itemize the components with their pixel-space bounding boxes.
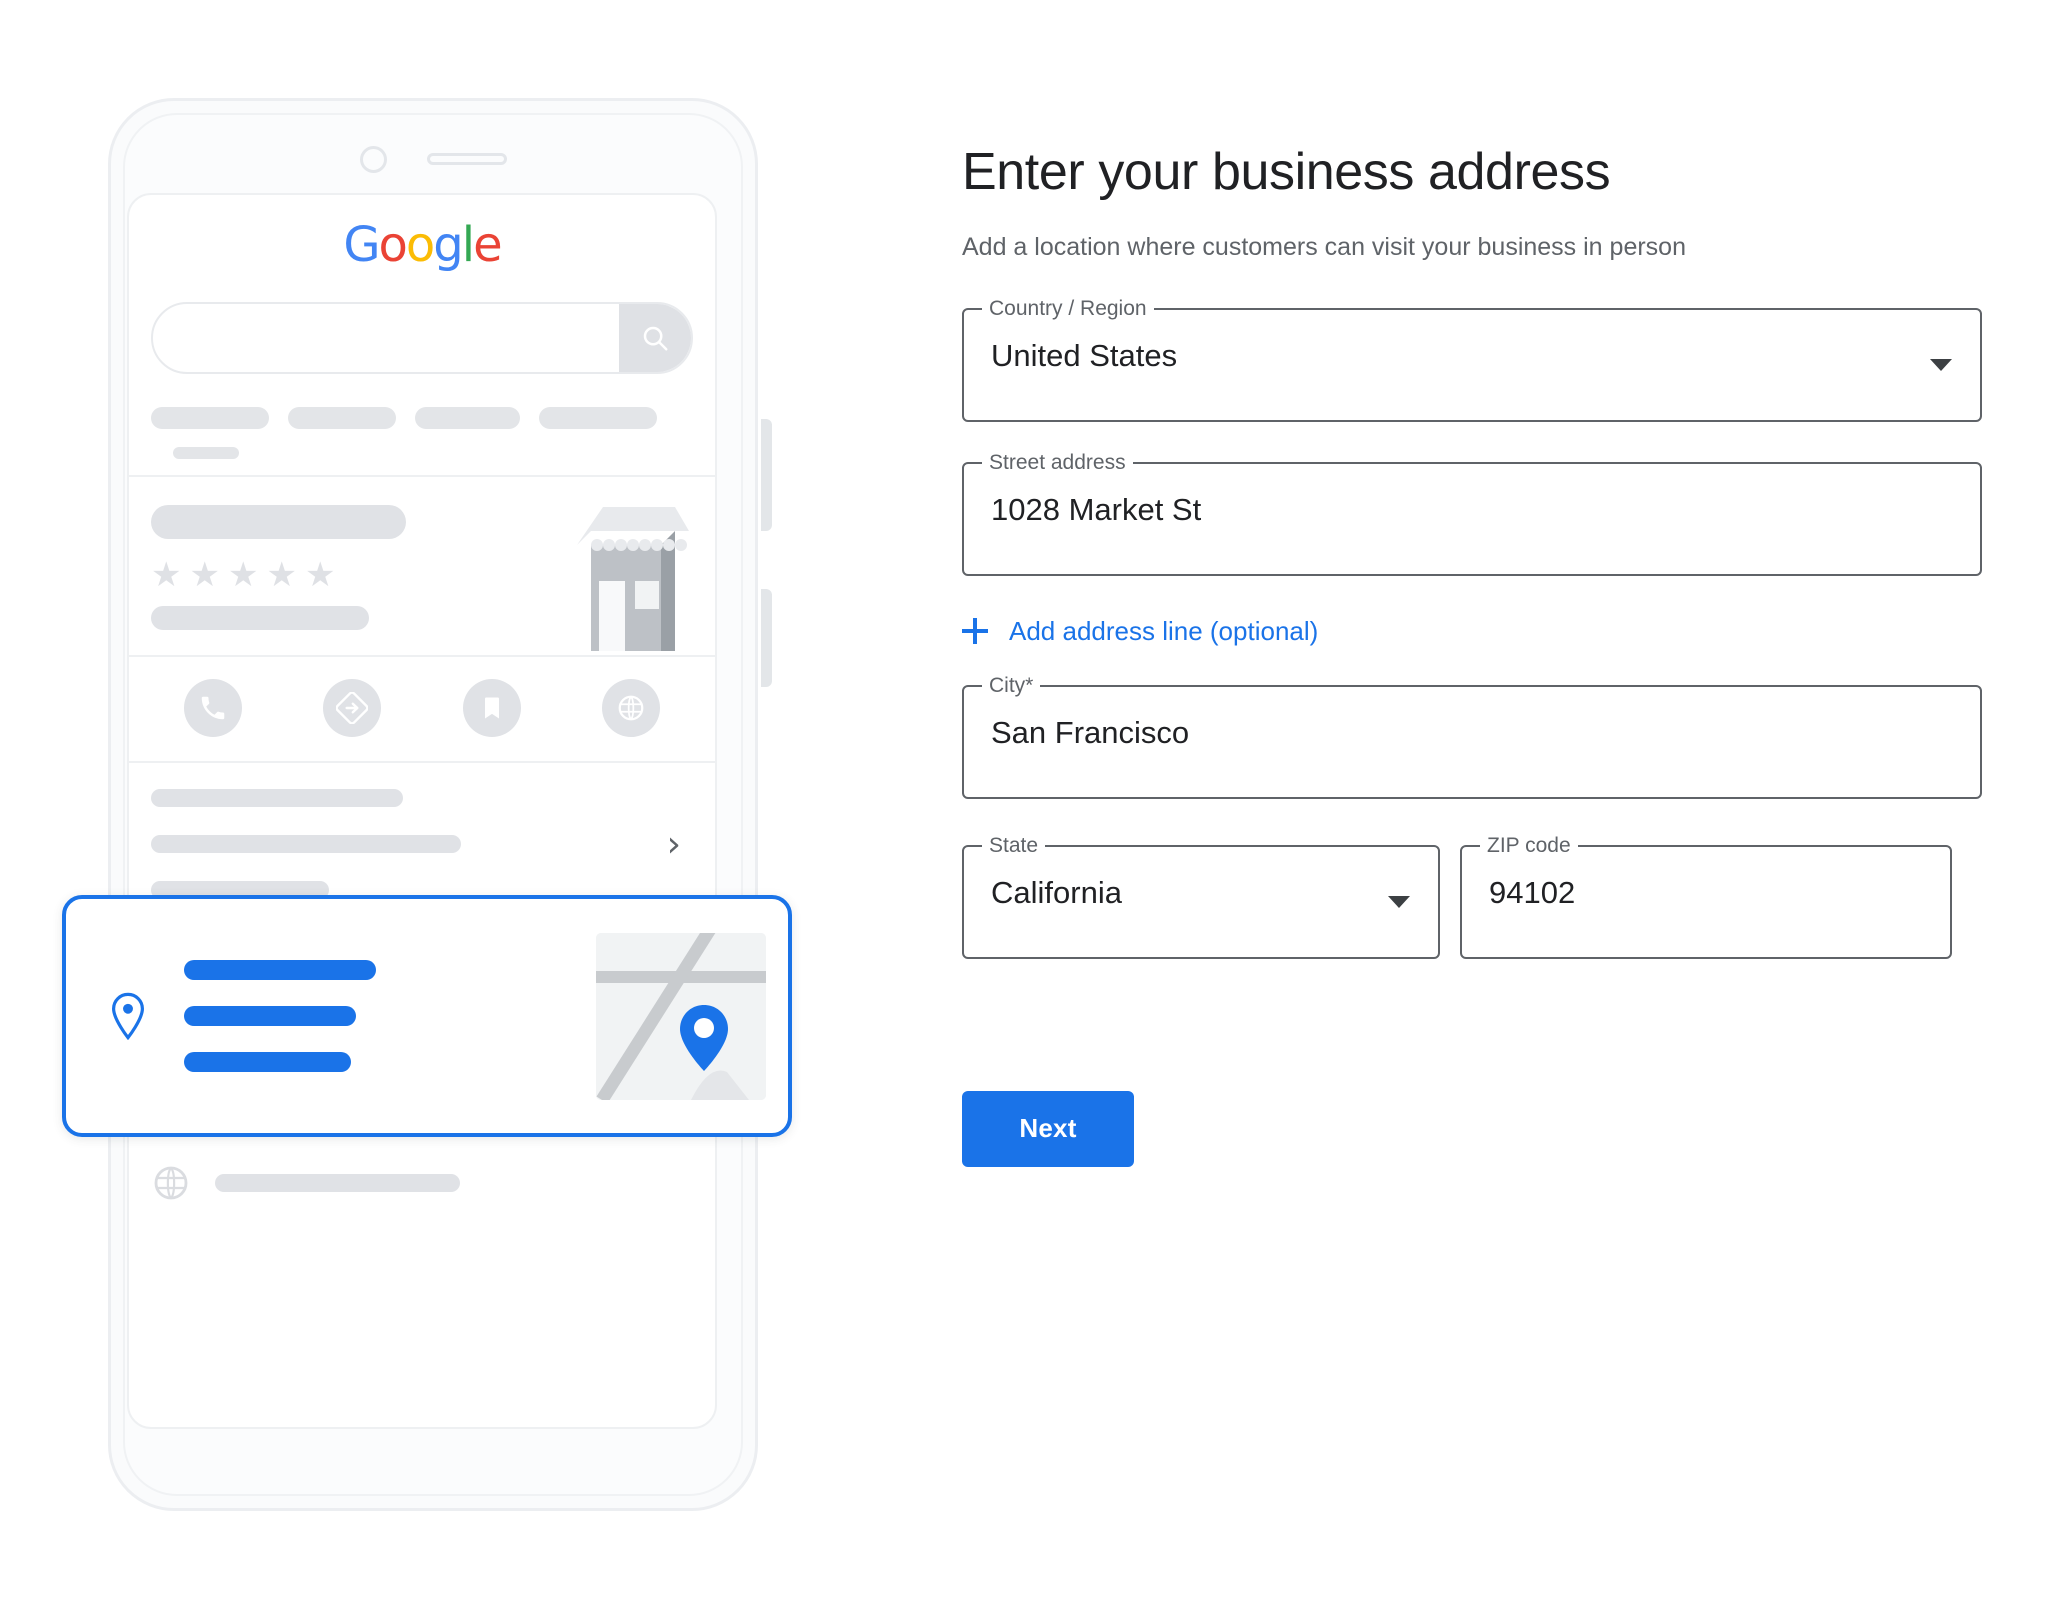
placeholder-text-line <box>215 1174 460 1192</box>
placeholder-text-line <box>184 1052 351 1072</box>
google-logo: Google <box>129 195 715 273</box>
star-icon: ★ <box>227 556 259 594</box>
state-label: State <box>982 833 1046 858</box>
star-icon: ★ <box>266 556 297 594</box>
placeholder-chip <box>288 407 396 429</box>
star-icon: ★ <box>304 556 336 594</box>
bookmark-icon <box>462 679 521 737</box>
street-address-field[interactable]: Street address 1028 Market St <box>962 450 1982 576</box>
zip-code-field[interactable]: ZIP code 94102 <box>1460 833 1952 959</box>
logo-letter: o <box>405 217 435 273</box>
street-address-value: 1028 Market St <box>991 491 1202 527</box>
globe-icon <box>602 679 661 737</box>
chevron-down-icon[interactable] <box>1388 895 1410 908</box>
mock-search-input <box>153 304 619 372</box>
city-value: San Francisco <box>991 714 1190 750</box>
logo-letter: G <box>343 217 380 273</box>
placeholder-tab <box>173 447 239 459</box>
add-address-line-label: Add address line (optional) <box>1009 615 1319 646</box>
phone-frame: Google ★ ★ ★ ★ ★ › <box>108 98 772 1511</box>
plus-icon <box>962 618 988 645</box>
directions-icon <box>323 679 382 737</box>
star-icon: ★ <box>151 556 182 594</box>
website-row <box>129 1133 715 1233</box>
state-value: California <box>991 874 1122 910</box>
phone-side-button-volume <box>761 419 772 531</box>
zip-code-value: 94102 <box>1489 874 1576 910</box>
placeholder-text-line <box>151 789 403 807</box>
phone-side-button-power <box>761 589 772 687</box>
street-address-label: Street address <box>982 450 1133 475</box>
logo-letter: g <box>433 217 464 273</box>
state-zip-row: State California ZIP code 94102 <box>962 833 1982 959</box>
placeholder-business-category <box>151 606 369 630</box>
business-summary-card: ★ ★ ★ ★ ★ <box>129 477 715 655</box>
placeholder-text-line <box>184 1006 356 1026</box>
page-subtitle: Add a location where customers can visit… <box>962 232 1686 261</box>
highlighted-address-card[interactable] <box>62 895 792 1137</box>
speaker-grille <box>426 153 507 165</box>
country-region-value: United States <box>991 337 1178 373</box>
storefront-icon <box>577 507 689 651</box>
add-address-line-button[interactable]: Add address line (optional) <box>962 616 1318 647</box>
placeholder-text-line <box>151 835 461 853</box>
map-thumbnail[interactable] <box>596 932 766 1100</box>
logo-letter: e <box>473 217 502 273</box>
state-select[interactable]: State California <box>962 833 1440 959</box>
phone-illustration: Google ★ ★ ★ ★ ★ › <box>0 0 900 1606</box>
search-icon <box>619 304 691 372</box>
placeholder-text-line <box>184 960 376 980</box>
phone-top-hardware <box>111 139 755 179</box>
address-form: Enter your business address Add a locati… <box>962 0 1982 1167</box>
city-field[interactable]: City* San Francisco <box>962 673 1982 799</box>
city-label: City* <box>982 673 1041 698</box>
page-title: Enter your business address <box>962 143 1611 201</box>
phone-screen: Google ★ ★ ★ ★ ★ › <box>127 193 717 1429</box>
camera-icon <box>359 145 387 173</box>
mock-chip-row <box>151 407 693 429</box>
location-pin-icon <box>111 992 145 1040</box>
zip-code-label: ZIP code <box>1480 833 1578 858</box>
call-icon <box>183 679 242 737</box>
address-placeholder-lines <box>184 960 596 1072</box>
placeholder-business-name <box>151 505 406 539</box>
placeholder-chip <box>539 407 657 429</box>
page-root: Google ★ ★ ★ ★ ★ › Enter your business a… <box>0 0 2048 1606</box>
logo-letter: l <box>461 217 475 273</box>
country-region-label: Country / Region <box>982 296 1154 321</box>
country-region-select[interactable]: Country / Region United States <box>962 296 1982 422</box>
next-button[interactable]: Next <box>962 1090 1134 1167</box>
placeholder-chip <box>415 407 520 429</box>
placeholder-chip <box>151 407 269 429</box>
chevron-down-icon[interactable] <box>1930 358 1952 371</box>
mock-search-bar <box>151 302 693 374</box>
globe-icon <box>154 1166 188 1200</box>
star-icon: ★ <box>189 556 220 594</box>
business-action-row <box>129 657 715 761</box>
logo-letter: o <box>378 217 408 273</box>
chevron-right-icon: › <box>666 824 681 865</box>
